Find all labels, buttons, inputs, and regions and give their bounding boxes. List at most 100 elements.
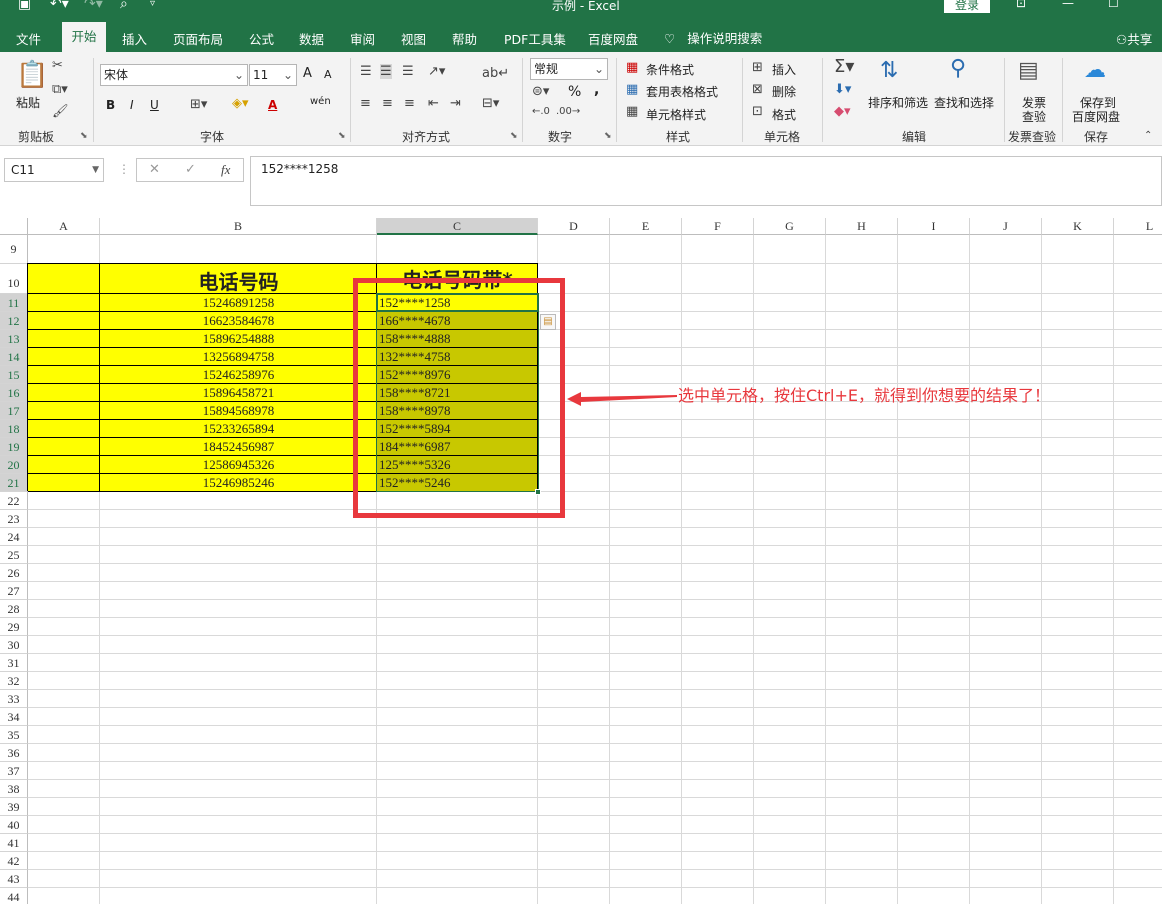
format-cells-button[interactable]: 格式 bbox=[772, 106, 796, 123]
decrease-decimal-icon[interactable]: .00→ bbox=[556, 106, 580, 117]
cell-styles-button[interactable]: 单元格样式 bbox=[646, 106, 706, 123]
row-header-31[interactable]: 31 bbox=[0, 654, 28, 672]
row-header-22[interactable]: 22 bbox=[0, 492, 28, 510]
row-header-15[interactable]: 15 bbox=[0, 366, 28, 384]
row-header-33[interactable]: 33 bbox=[0, 690, 28, 708]
tab-data[interactable]: 数据 bbox=[299, 29, 324, 48]
decrease-indent-icon[interactable]: ⇤ bbox=[428, 96, 439, 111]
row-header-28[interactable]: 28 bbox=[0, 600, 28, 618]
tell-me-search[interactable]: ♡ 操作说明搜索 bbox=[664, 28, 762, 47]
phone-cell[interactable]: 15246985246 bbox=[100, 474, 377, 492]
minimize-icon[interactable]: — bbox=[1062, 0, 1074, 10]
worksheet-grid[interactable]: A B C D E F G H I J K L 9 10 11 12 13 14 15 16 17 18 19 20 21 22 2… bbox=[0, 218, 1162, 904]
row-header-29[interactable]: 29 bbox=[0, 618, 28, 636]
tab-insert[interactable]: 插入 bbox=[122, 29, 147, 48]
row-header-11[interactable]: 11 bbox=[0, 294, 28, 312]
insert-function-button[interactable]: fx bbox=[221, 162, 230, 178]
row-header-42[interactable]: 42 bbox=[0, 852, 28, 870]
format-painter-icon[interactable]: 🖌 bbox=[52, 104, 69, 119]
row-header-35[interactable]: 35 bbox=[0, 726, 28, 744]
tab-home[interactable]: 开始 bbox=[62, 22, 106, 52]
row-header-32[interactable]: 32 bbox=[0, 672, 28, 690]
save-to-baidu-line2[interactable]: 百度网盘 bbox=[1072, 108, 1120, 125]
align-top-icon[interactable]: ☰ bbox=[360, 64, 372, 79]
row-header-38[interactable]: 38 bbox=[0, 780, 28, 798]
column-header-j[interactable]: J bbox=[970, 218, 1042, 235]
tab-help[interactable]: 帮助 bbox=[452, 29, 477, 48]
invoice-button-line2[interactable]: 查验 bbox=[1022, 108, 1046, 125]
print-preview-icon[interactable]: ⌕ bbox=[120, 0, 128, 12]
format-as-table-button[interactable]: 套用表格格式 bbox=[646, 83, 718, 100]
tab-review[interactable]: 审阅 bbox=[350, 29, 375, 48]
column-header-h[interactable]: H bbox=[826, 218, 898, 235]
row-header-41[interactable]: 41 bbox=[0, 834, 28, 852]
column-header-l[interactable]: L bbox=[1114, 218, 1162, 235]
column-header-b[interactable]: B bbox=[100, 218, 377, 235]
sort-filter-icon[interactable]: ⇅ bbox=[880, 58, 898, 83]
row-header-36[interactable]: 36 bbox=[0, 744, 28, 762]
row-header-21[interactable]: 21 bbox=[0, 474, 28, 492]
tab-page-layout[interactable]: 页面布局 bbox=[173, 29, 223, 48]
phone-cell[interactable]: 15246891258 bbox=[100, 294, 377, 312]
invoice-check-icon[interactable]: ▤ bbox=[1018, 58, 1039, 83]
orientation-icon[interactable]: ↗▾ bbox=[428, 64, 445, 79]
cut-icon[interactable]: ✂ bbox=[52, 58, 63, 73]
font-name-combo[interactable]: 宋体 ⌄ bbox=[100, 64, 248, 86]
login-button[interactable]: 登录 bbox=[944, 0, 990, 13]
percent-button[interactable]: % bbox=[568, 84, 581, 100]
format-cells-icon[interactable]: ⊡ bbox=[752, 104, 763, 119]
find-select-button[interactable]: 查找和选择 bbox=[934, 94, 994, 111]
number-launcher-icon[interactable]: ⬊ bbox=[604, 131, 612, 141]
bold-button[interactable]: B bbox=[106, 98, 115, 112]
alignment-launcher-icon[interactable]: ⬊ bbox=[510, 131, 518, 141]
column-header-a[interactable]: A bbox=[28, 218, 100, 235]
row-header-34[interactable]: 34 bbox=[0, 708, 28, 726]
customize-qat-icon[interactable]: ▿ bbox=[150, 0, 155, 9]
paste-icon[interactable]: 📋 bbox=[16, 60, 48, 90]
share-button[interactable]: ⚇共享 bbox=[1116, 29, 1152, 48]
fill-icon[interactable]: ⬇▾ bbox=[834, 82, 851, 97]
formula-input[interactable]: 152****1258 bbox=[250, 156, 1162, 206]
row-header-25[interactable]: 25 bbox=[0, 546, 28, 564]
align-bottom-icon[interactable]: ☰ bbox=[402, 64, 414, 79]
paste-button[interactable]: 粘贴 bbox=[16, 94, 40, 111]
row-header-13[interactable]: 13 bbox=[0, 330, 28, 348]
align-left-icon[interactable]: ≡ bbox=[360, 96, 371, 111]
sort-filter-button[interactable]: 排序和筛选 bbox=[868, 94, 928, 111]
phone-cell[interactable]: 15896458721 bbox=[100, 384, 377, 402]
row-header-17[interactable]: 17 bbox=[0, 402, 28, 420]
font-color-button[interactable]: A bbox=[268, 98, 277, 112]
delete-cells-icon[interactable]: ⊠ bbox=[752, 82, 763, 97]
row-header-23[interactable]: 23 bbox=[0, 510, 28, 528]
column-header-e[interactable]: E bbox=[610, 218, 682, 235]
row-header-37[interactable]: 37 bbox=[0, 762, 28, 780]
insert-cells-icon[interactable]: ⊞ bbox=[752, 60, 763, 75]
save-icon[interactable]: ▣ bbox=[18, 0, 31, 12]
row-header-27[interactable]: 27 bbox=[0, 582, 28, 600]
column-header-f[interactable]: F bbox=[682, 218, 754, 235]
border-icon[interactable]: ⊞▾ bbox=[190, 97, 207, 112]
number-format-combo[interactable]: 常规 ⌄ bbox=[530, 58, 608, 80]
phone-cell[interactable]: 12586945326 bbox=[100, 456, 377, 474]
row-header-10[interactable]: 10 bbox=[0, 264, 28, 294]
increase-decimal-icon[interactable]: ←.0 bbox=[532, 106, 550, 117]
accounting-format-icon[interactable]: ⊜▾ bbox=[532, 84, 549, 99]
phone-cell[interactable]: 15896254888 bbox=[100, 330, 377, 348]
phone-cell[interactable]: 13256894758 bbox=[100, 348, 377, 366]
collapse-ribbon-icon[interactable]: ⌃ bbox=[1144, 130, 1152, 141]
column-header-c[interactable]: C bbox=[377, 218, 538, 235]
clipboard-launcher-icon[interactable]: ⬊ bbox=[80, 131, 88, 141]
baidu-netdisk-icon[interactable]: ☁ bbox=[1084, 58, 1106, 83]
phone-cell[interactable]: 16623584678 bbox=[100, 312, 377, 330]
cell-styles-icon[interactable]: ▦ bbox=[626, 104, 638, 119]
drag-handle-icon[interactable]: ⋮ bbox=[118, 162, 130, 176]
autosum-icon[interactable]: Σ▾ bbox=[834, 56, 854, 77]
underline-button[interactable]: U bbox=[150, 98, 159, 112]
format-as-table-icon[interactable]: ▦ bbox=[626, 82, 638, 97]
phonetic-button[interactable]: wén bbox=[310, 96, 331, 107]
italic-button[interactable]: I bbox=[130, 98, 134, 112]
row-header-19[interactable]: 19 bbox=[0, 438, 28, 456]
shrink-font-button[interactable]: A bbox=[324, 68, 332, 81]
select-all-corner[interactable] bbox=[0, 218, 28, 235]
conditional-format-icon[interactable]: ▦ bbox=[626, 60, 638, 75]
